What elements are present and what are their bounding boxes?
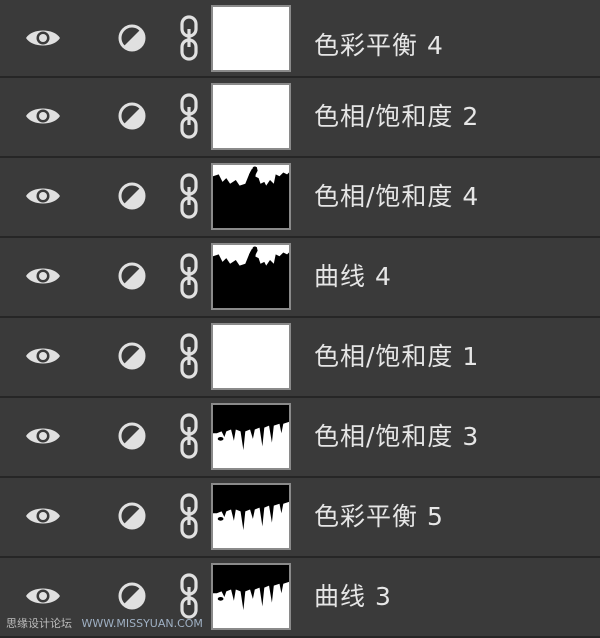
layer-name[interactable]: 曲线 3 [314,558,392,636]
layer-name[interactable]: 色相/饱和度 4 [314,158,479,236]
layer-name[interactable]: 色彩平衡 5 [314,478,444,556]
chain-link-icon[interactable] [178,572,200,620]
adjustment-layer-icon[interactable] [118,182,146,210]
layer-row[interactable]: 色相/饱和度 4 [0,158,600,238]
adjustment-layer-icon[interactable] [118,502,146,530]
layer-row[interactable]: 色相/饱和度 3 [0,398,600,478]
chain-link-icon[interactable] [178,92,200,140]
chain-link-icon[interactable] [178,252,200,300]
layer-mask-thumbnail[interactable] [211,5,291,72]
eye-icon[interactable] [25,424,61,448]
chain-link-icon[interactable] [178,492,200,540]
layer-row[interactable]: 曲线 4 [0,238,600,318]
chain-link-icon[interactable] [178,332,200,380]
layer-name[interactable]: 色相/饱和度 3 [314,398,479,476]
eye-icon[interactable] [25,504,61,528]
eye-icon[interactable] [25,344,61,368]
layer-name[interactable]: 色彩平衡 4 [314,0,444,78]
layer-name[interactable]: 曲线 4 [314,238,392,316]
layers-panel: 色彩平衡 4 色相/饱和度 2 色相/饱和度 4 曲线 4 色相/饱和度 1 色相/饱和度… [0,0,600,638]
adjustment-layer-icon[interactable] [118,422,146,450]
layer-mask-thumbnail[interactable] [211,483,291,550]
layer-row[interactable]: 色彩平衡 5 [0,478,600,558]
layer-mask-thumbnail[interactable] [211,323,291,390]
eye-icon[interactable] [25,584,61,608]
layer-row[interactable]: 色彩平衡 4 [0,0,600,78]
chain-link-icon[interactable] [178,172,200,220]
layer-mask-thumbnail[interactable] [211,403,291,470]
layer-mask-thumbnail[interactable] [211,563,291,630]
layer-mask-thumbnail[interactable] [211,163,291,230]
layer-mask-thumbnail[interactable] [211,243,291,310]
adjustment-layer-icon[interactable] [118,342,146,370]
eye-icon[interactable] [25,26,61,50]
chain-link-icon[interactable] [178,412,200,460]
adjustment-layer-icon[interactable] [118,102,146,130]
eye-icon[interactable] [25,184,61,208]
adjustment-layer-icon[interactable] [118,582,146,610]
layer-row[interactable]: 曲线 3 [0,558,600,638]
layer-row[interactable]: 色相/饱和度 2 [0,78,600,158]
layer-name[interactable]: 色相/饱和度 1 [314,318,479,396]
chain-link-icon[interactable] [178,14,200,62]
layer-name[interactable]: 色相/饱和度 2 [314,78,479,156]
eye-icon[interactable] [25,264,61,288]
eye-icon[interactable] [25,104,61,128]
adjustment-layer-icon[interactable] [118,24,146,52]
adjustment-layer-icon[interactable] [118,262,146,290]
layer-row[interactable]: 色相/饱和度 1 [0,318,600,398]
layer-mask-thumbnail[interactable] [211,83,291,150]
